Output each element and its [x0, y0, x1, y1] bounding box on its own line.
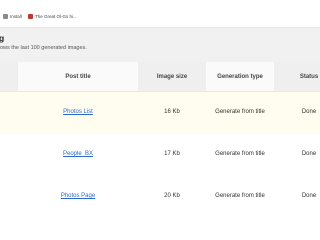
page-bottom	[0, 218, 320, 240]
table-row: Photos Page 20 Kb Generate from title Do…	[0, 176, 320, 218]
column-shade	[0, 62, 18, 91]
column-header-image-size[interactable]: Image size	[138, 73, 206, 81]
post-title-link[interactable]: People_BX	[18, 150, 138, 158]
image-size-cell: 20 Kb	[164, 193, 180, 199]
status-cell: Done	[301, 151, 317, 157]
status-cell: Done	[301, 109, 317, 115]
column-header-generation-type[interactable]: Generation type	[206, 73, 274, 81]
page-header: g ows the last 100 generated images.	[0, 28, 320, 62]
column-header-status[interactable]: Status	[274, 73, 320, 81]
post-title-link[interactable]: Photos Page	[18, 192, 138, 200]
generation-type-cell: Generate from title	[215, 193, 265, 199]
image-size-cell: 17 Kb	[164, 151, 180, 157]
bookmarks-bar: Install The Great Ol-Gs hi...	[0, 0, 320, 28]
status-cell: Done	[301, 193, 317, 199]
image-size-cell: 16 Kb	[164, 109, 180, 115]
bookmark-label: The Great Ol-Gs hi...	[35, 13, 77, 19]
table-header: Post title Image size Generation type St…	[0, 62, 320, 92]
page-icon	[28, 13, 33, 19]
table-row: People_BX 17 Kb Generate from title Done	[0, 134, 320, 176]
page-title: g	[0, 33, 5, 43]
table-row: Photos List 16 Kb Generate from title Do…	[0, 92, 320, 134]
page-description: ows the last 100 generated images.	[0, 45, 87, 51]
post-title-link[interactable]: Photos List	[18, 108, 138, 116]
column-header-post-title[interactable]: Post title	[18, 73, 138, 81]
bookmark-label: Install	[10, 13, 22, 19]
generation-type-cell: Generate from title	[215, 151, 265, 157]
generation-type-cell: Generate from title	[215, 109, 265, 115]
page-icon	[3, 13, 8, 19]
bookmark-install[interactable]: Install	[3, 12, 22, 20]
bookmark-great[interactable]: The Great Ol-Gs hi...	[28, 12, 77, 20]
